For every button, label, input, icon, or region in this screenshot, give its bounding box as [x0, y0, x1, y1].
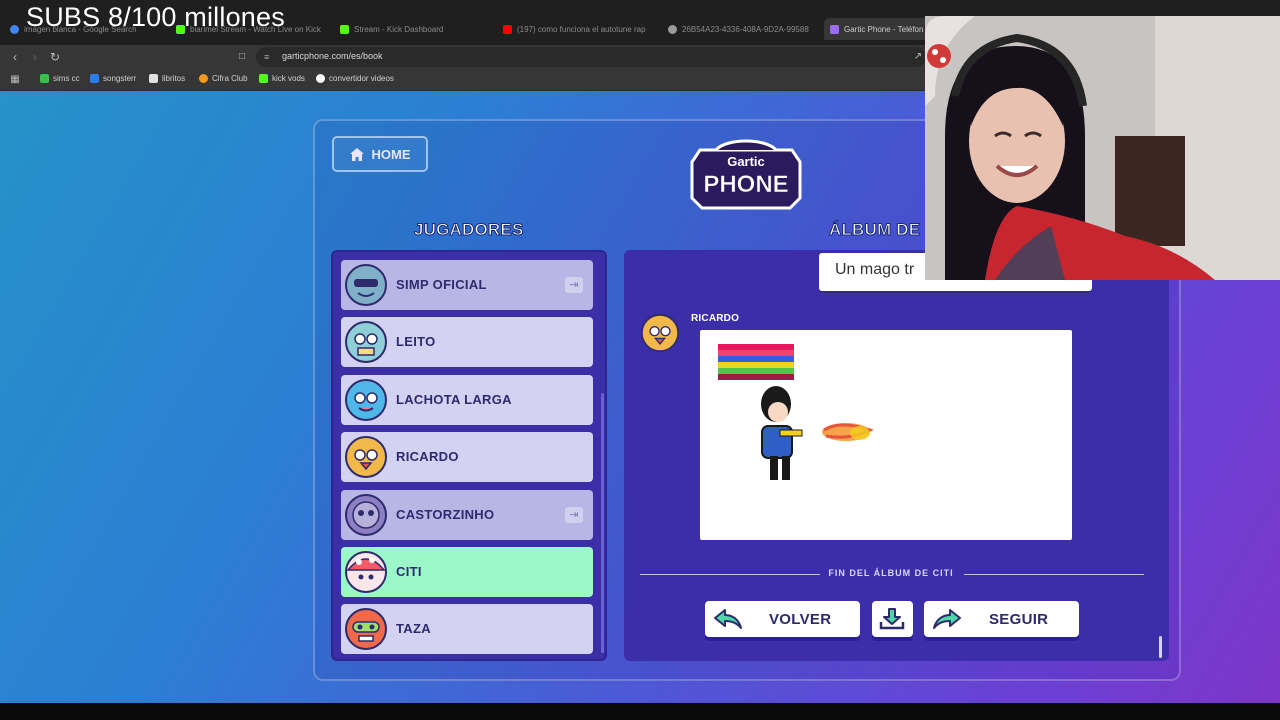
player-name: LACHOTA LARGA	[396, 392, 512, 407]
kick-player-icon[interactable]: ⇥	[565, 507, 583, 523]
apps-grid-icon[interactable]: ▦	[7, 72, 23, 88]
forward-arrow-icon[interactable]: ›	[27, 49, 43, 65]
player-avatar	[345, 608, 387, 650]
bookmark-label: kick vods	[272, 74, 305, 83]
player-name: CITI	[396, 564, 422, 579]
bookmark-icon[interactable]: □	[234, 49, 250, 65]
reload-icon[interactable]: ↻	[47, 49, 63, 65]
download-button[interactable]	[872, 601, 913, 637]
players-heading: JUGADORES	[414, 220, 524, 240]
player-avatar	[345, 264, 387, 306]
player-row-ricardo[interactable]: RICARDO	[341, 432, 593, 482]
download-icon	[879, 608, 905, 630]
player-avatar	[345, 321, 387, 363]
globe-icon	[668, 24, 677, 34]
player-row-taza[interactable]: TAZA	[341, 604, 593, 654]
caption-text: Un mago tr	[835, 261, 915, 278]
bookmark-favicon	[259, 74, 268, 83]
browser-tab[interactable]: 26B54A23-4336-408A-9D2A-99588	[668, 21, 816, 37]
browser-tab-active[interactable]: Gartic Phone - Teléfon	[824, 18, 934, 40]
player-row-castorzinho[interactable]: CASTORZINHO ⇥	[341, 490, 593, 540]
kick-icon	[340, 24, 349, 34]
bookmark-favicon	[90, 74, 99, 83]
bookmark-favicon	[316, 74, 325, 83]
stream-overlay-title: SUBS 8/100 millones	[26, 2, 285, 32]
forward-arrow-icon	[933, 609, 961, 629]
bookmark-label: Cifra Club	[212, 74, 248, 83]
bookmark-item[interactable]: convertidor videos	[316, 74, 394, 83]
back-arrow-icon	[714, 609, 742, 629]
youtube-icon	[503, 24, 512, 34]
gartic-phone-logo: Gartic PHONE	[690, 139, 802, 210]
next-label: SEGUIR	[989, 611, 1049, 628]
bookmark-favicon	[199, 74, 208, 83]
logo-line2: PHONE	[703, 171, 788, 198]
bookmark-item[interactable]: kick vods	[259, 74, 305, 83]
browser-tab[interactable]: (197) como funciona el autotune rap	[503, 21, 653, 37]
bookmark-item[interactable]: libritos	[149, 74, 185, 83]
tab-label: Gartic Phone - Teléfon	[844, 24, 924, 34]
end-divider-right	[964, 574, 1144, 575]
tab-label: 26B54A23-4336-408A-9D2A-99588	[682, 24, 809, 34]
player-avatar	[345, 494, 387, 536]
album-end-text: FIN DEL ÁLBUM DE CITI	[828, 568, 954, 578]
bookmark-label: songsterr	[103, 74, 137, 83]
bookmark-item[interactable]: songsterr	[90, 74, 136, 83]
tab-label: Stream - Kick Dashboard	[354, 24, 444, 34]
bottom-bar	[0, 703, 1280, 720]
bookmark-label: convertidor videos	[329, 74, 394, 83]
google-icon	[10, 24, 19, 34]
home-label: HOME	[371, 146, 411, 162]
tab-label: (197) como funciona el autotune rap	[517, 24, 646, 34]
home-icon	[349, 147, 364, 161]
author-name: RICARDO	[691, 313, 740, 324]
album-scrollbar[interactable]	[1159, 636, 1162, 658]
player-name: TAZA	[396, 621, 431, 636]
url-text: garticphone.com/es/book	[282, 51, 383, 61]
player-name: SIMP OFICIAL	[396, 277, 487, 292]
bookmark-favicon	[40, 74, 49, 83]
bookmark-item[interactable]: sims cc	[40, 74, 80, 83]
site-info-icon[interactable]: ≡	[264, 52, 269, 62]
back-button[interactable]: VOLVER	[705, 601, 860, 637]
gartic-icon	[830, 24, 839, 34]
next-button[interactable]: SEGUIR	[924, 601, 1079, 637]
player-row-leito[interactable]: LEITO	[341, 317, 593, 367]
players-list: SIMP OFICIAL ⇥ LEITO LACHOTA LARGA RICAR…	[331, 250, 607, 661]
player-name: LEITO	[396, 334, 436, 349]
bookmark-label: sims cc	[53, 74, 80, 83]
url-field[interactable]: ≡ garticphone.com/es/book	[256, 47, 926, 67]
kick-player-icon[interactable]: ⇥	[565, 277, 583, 293]
player-row-lachota-larga[interactable]: LACHOTA LARGA	[341, 375, 593, 425]
webcam-overlay	[925, 16, 1280, 280]
player-avatar	[345, 551, 387, 593]
browser-tab[interactable]: Stream - Kick Dashboard	[340, 21, 490, 37]
player-avatar	[345, 379, 387, 421]
bookmark-label: libritos	[162, 74, 186, 83]
player-row-simp-oficial[interactable]: SIMP OFICIAL ⇥	[341, 260, 593, 310]
player-name: RICARDO	[396, 449, 459, 464]
album-heading: ÁLBUM DE	[828, 220, 921, 240]
bookmark-item[interactable]: Cifra Club	[199, 74, 248, 83]
player-avatar	[345, 436, 387, 478]
player-row-citi[interactable]: CITI	[341, 547, 593, 597]
share-icon[interactable]: ↗	[910, 49, 926, 65]
bookmark-favicon	[149, 74, 158, 83]
logo-line1: Gartic	[727, 154, 765, 169]
player-name: CASTORZINHO	[396, 507, 495, 522]
album-drawing	[700, 330, 1072, 540]
author-avatar	[640, 313, 680, 353]
players-scrollbar[interactable]	[601, 393, 604, 653]
back-arrow-icon[interactable]: ‹	[7, 49, 23, 65]
home-button[interactable]: HOME	[332, 136, 428, 172]
back-label: VOLVER	[769, 611, 832, 628]
